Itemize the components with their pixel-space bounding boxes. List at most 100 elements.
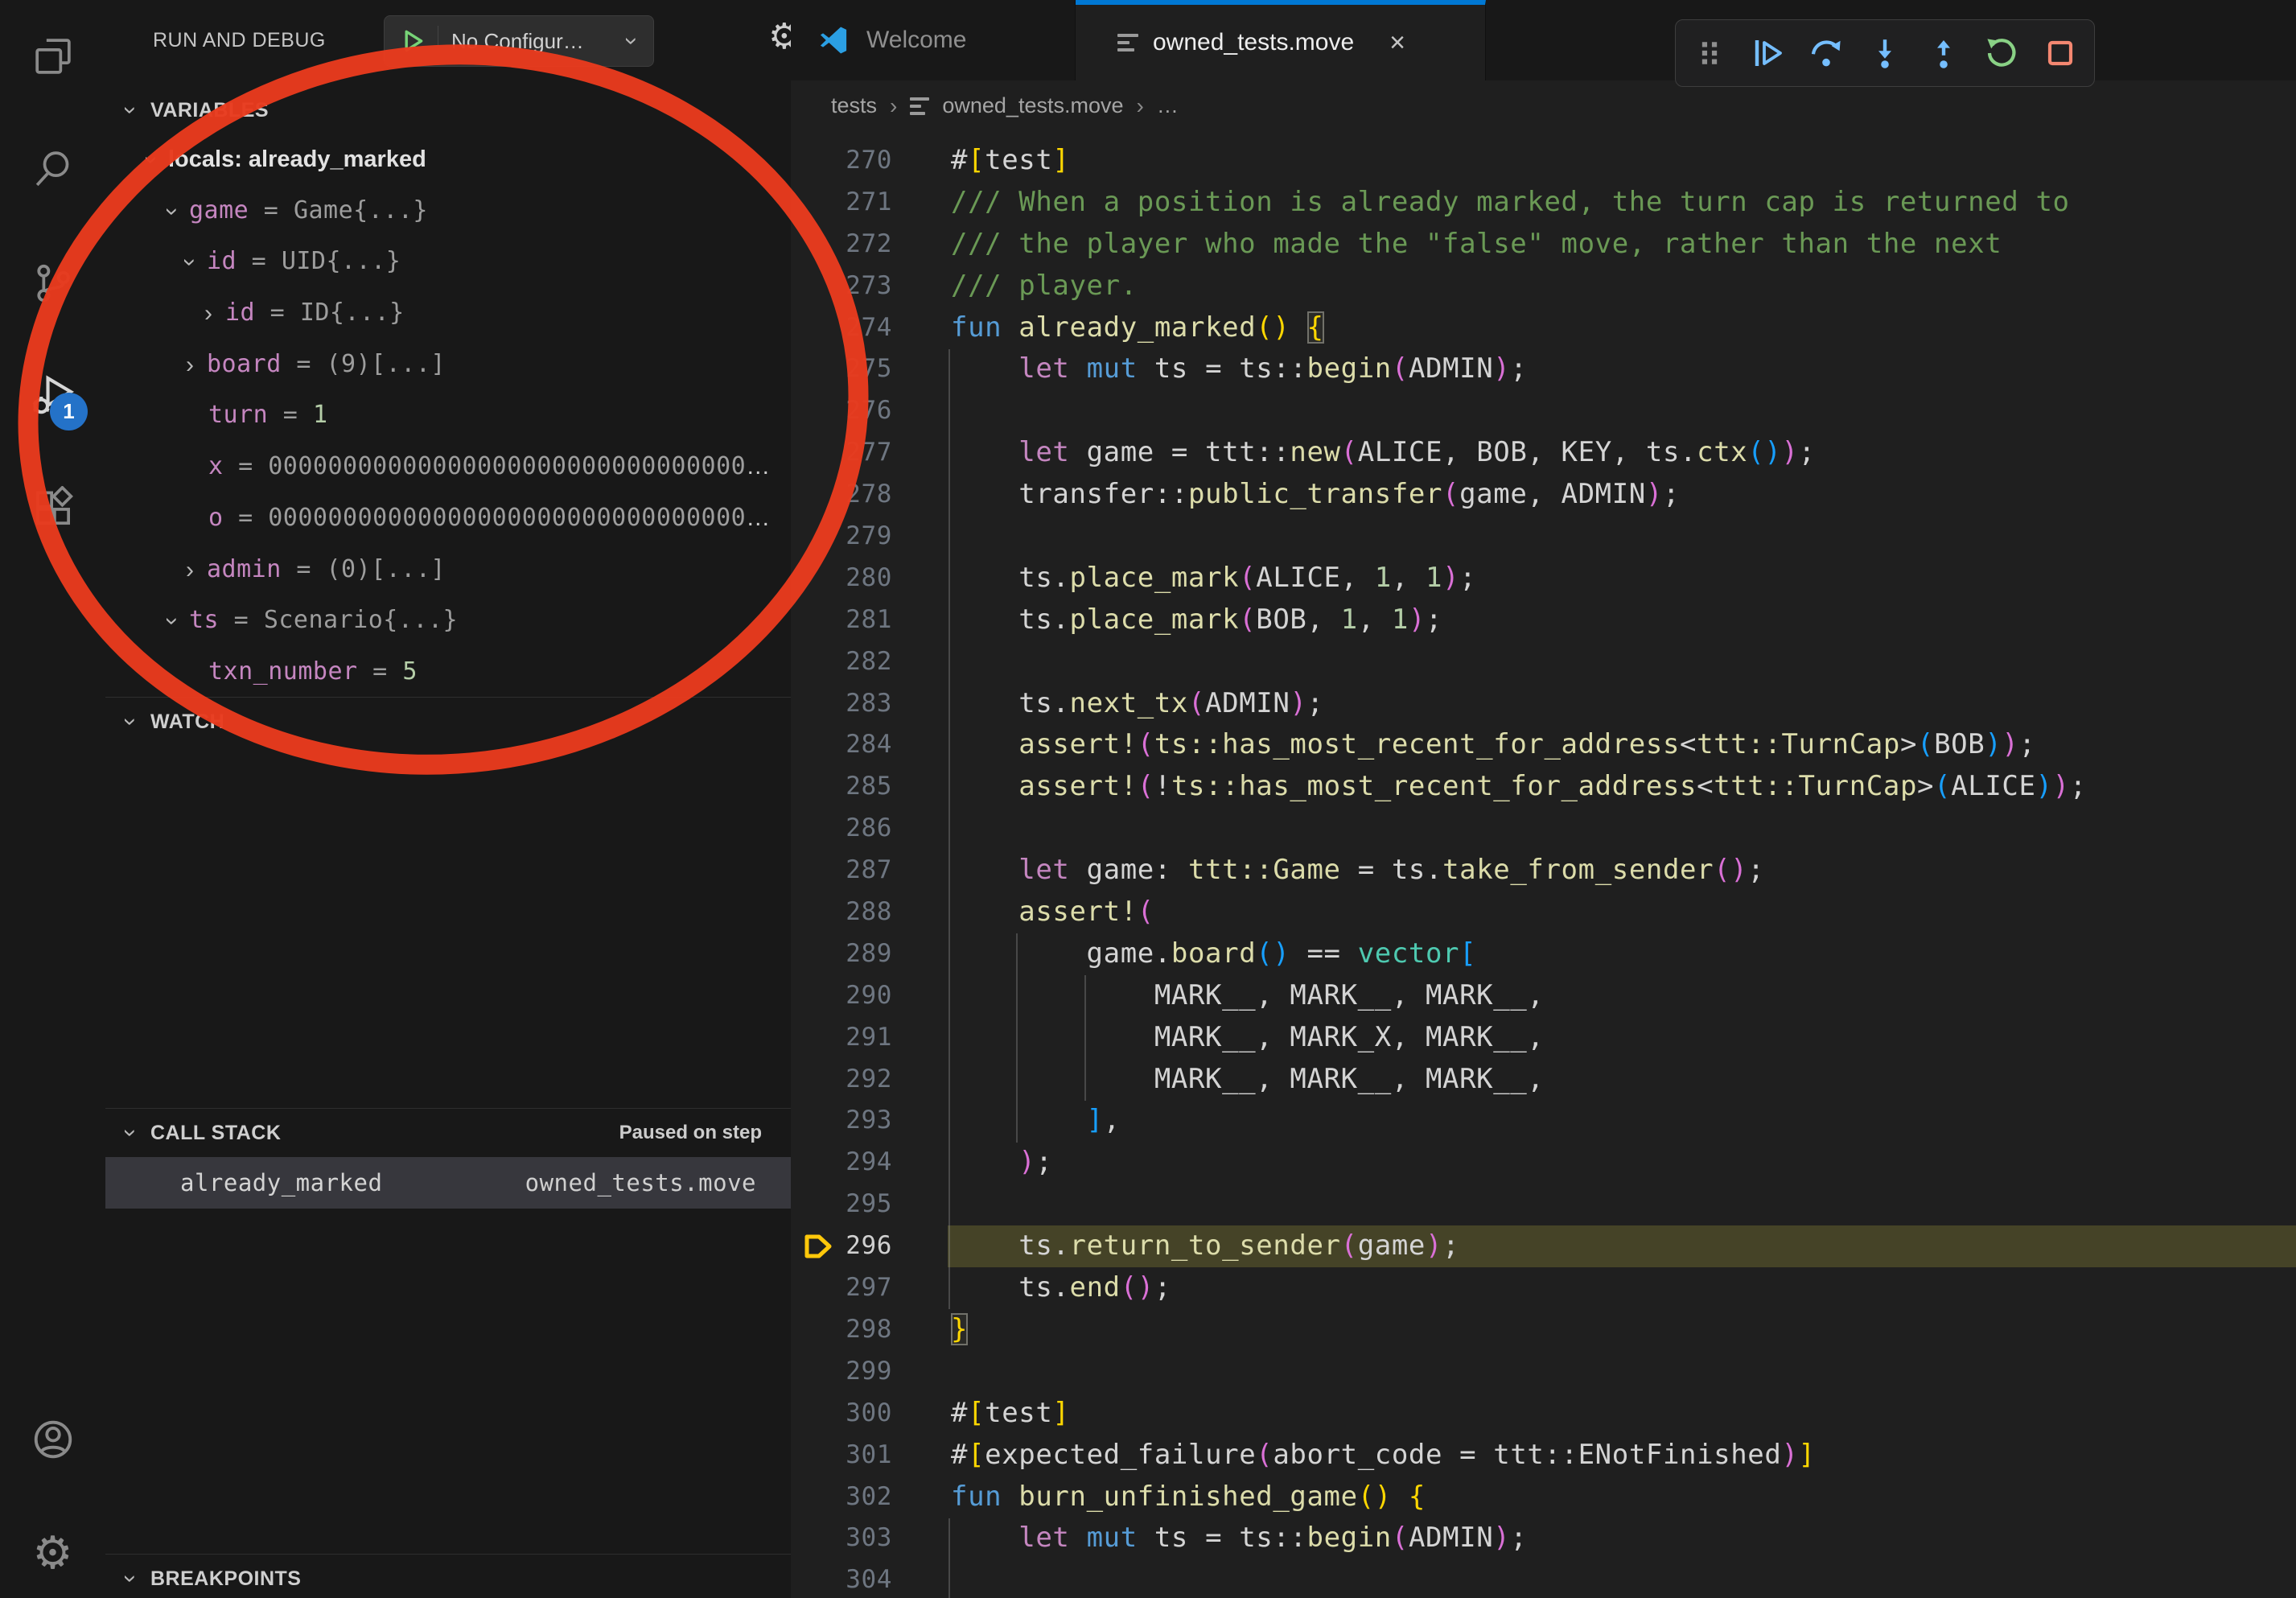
code-area[interactable]: 270#[test]271/// When a position is alre… [791, 131, 2296, 1598]
line-number[interactable]: 287 [791, 850, 892, 892]
code-line[interactable]: 302 fun burn_unfinished_game() { [791, 1477, 2296, 1518]
variable-row[interactable]: o = 000000000000000000000000000000000000… [105, 492, 791, 544]
code-text[interactable]: fun burn_unfinished_game() { [948, 1477, 2296, 1518]
code-line[interactable]: 279 [791, 516, 2296, 558]
sidebar-item-search[interactable] [0, 138, 105, 200]
code-line[interactable]: 294 ); [791, 1142, 2296, 1184]
code-text[interactable] [948, 641, 2296, 683]
start-debugging-icon[interactable] [399, 27, 426, 55]
code-text[interactable]: /// the player who made the "false" move… [948, 224, 2296, 266]
code-line[interactable]: 282 [791, 641, 2296, 683]
line-number[interactable]: 303 [791, 1518, 892, 1559]
line-number[interactable]: 289 [791, 933, 892, 975]
code-line[interactable]: 284 assert!(ts::has_most_recent_for_addr… [791, 724, 2296, 766]
line-number[interactable]: 277 [791, 432, 892, 474]
line-number[interactable]: 279 [791, 516, 892, 558]
code-text[interactable]: #[expected_failure(abort_code = ttt::ENo… [948, 1435, 2296, 1477]
sidebar-item-extensions[interactable] [0, 478, 105, 539]
variable-row[interactable]: game = Game{...} [105, 185, 791, 237]
line-number[interactable]: 297 [791, 1267, 892, 1309]
variable-row[interactable]: locals: already_marked [105, 134, 791, 185]
code-text[interactable]: let game: ttt::Game = ts.take_from_sende… [948, 850, 2296, 892]
line-number[interactable]: 283 [791, 683, 892, 725]
code-text[interactable] [948, 808, 2296, 850]
code-line[interactable]: 272 /// the player who made the "false" m… [791, 224, 2296, 266]
variable-row[interactable]: board = (9)[...] [105, 339, 791, 390]
breakpoints-section-header[interactable]: BREAKPOINTS [105, 1555, 791, 1598]
line-number[interactable]: 302 [791, 1477, 892, 1518]
code-line[interactable]: 274fun already_marked() { [791, 307, 2296, 349]
code-text[interactable]: ], [948, 1100, 2296, 1142]
variable-row[interactable]: turn = 1 [105, 389, 791, 441]
line-number[interactable]: 288 [791, 892, 892, 933]
code-line[interactable]: 277 let game = ttt::new(ALICE, BOB, KEY,… [791, 432, 2296, 474]
code-text[interactable]: ); [948, 1142, 2296, 1184]
line-number[interactable]: 294 [791, 1142, 892, 1184]
code-line[interactable]: 285 assert!(!ts::has_most_recent_for_add… [791, 766, 2296, 808]
chevron-down-icon[interactable] [179, 250, 200, 274]
breadcrumb-item-symbol[interactable]: … [1157, 93, 1179, 118]
tab-welcome[interactable]: Welcome [791, 0, 1076, 80]
code-line[interactable]: 273/// player. [791, 266, 2296, 307]
code-text[interactable]: let mut ts = ts::begin(ADMIN); [948, 1518, 2296, 1559]
sidebar-item-explorer[interactable] [0, 26, 105, 87]
settings-button[interactable]: ⚙ [0, 1523, 105, 1584]
code-text[interactable]: /// player. [948, 266, 2296, 307]
code-line[interactable]: 300#[test] [791, 1393, 2296, 1435]
line-number[interactable]: 284 [791, 724, 892, 766]
code-text[interactable]: let game = ttt::new(ALICE, BOB, KEY, ts.… [948, 432, 2296, 474]
variable-row[interactable]: admin = (0)[...] [105, 544, 791, 595]
line-number[interactable]: 298 [791, 1309, 892, 1351]
call-stack-frame[interactable]: already_marked owned_tests.move [105, 1157, 791, 1209]
code-line[interactable]: 298} [791, 1309, 2296, 1351]
code-line[interactable]: 270#[test] [791, 140, 2296, 182]
code-text[interactable]: MARK__, MARK__, MARK__, [948, 975, 2296, 1017]
code-text[interactable]: assert!( [948, 892, 2296, 933]
code-line[interactable]: 271/// When a position is already marked… [791, 182, 2296, 224]
line-number[interactable]: 300 [791, 1393, 892, 1435]
toolbar-drag-handle[interactable] [1685, 29, 1734, 77]
chevron-right-icon[interactable] [179, 558, 200, 583]
code-text[interactable] [948, 1559, 2296, 1598]
code-line[interactable]: 287 let game: ttt::Game = ts.take_from_s… [791, 850, 2296, 892]
line-number[interactable]: 285 [791, 766, 892, 808]
line-number[interactable]: 278 [791, 474, 892, 516]
code-text[interactable] [948, 1351, 2296, 1393]
code-text[interactable]: #[test] [948, 140, 2296, 182]
line-number[interactable]: 275 [791, 348, 892, 390]
code-line[interactable]: 295 [791, 1184, 2296, 1225]
variable-row[interactable]: id = UID{...} [105, 236, 791, 287]
line-number[interactable]: 282 [791, 641, 892, 683]
line-number[interactable]: 293 [791, 1100, 892, 1142]
code-text[interactable]: } [948, 1309, 2296, 1351]
code-line[interactable]: 301 #[expected_failure(abort_code = ttt::… [791, 1435, 2296, 1477]
variable-row[interactable]: ts = Scenario{...} [105, 595, 791, 646]
chevron-down-icon[interactable] [141, 148, 162, 172]
launch-configuration-dropdown[interactable]: No Configur… [384, 15, 654, 67]
step-over-button[interactable] [1802, 29, 1850, 77]
line-number[interactable]: 271 [791, 182, 892, 224]
code-text[interactable]: assert!(ts::has_most_recent_for_address<… [948, 724, 2296, 766]
code-line[interactable]: 286 [791, 808, 2296, 850]
chevron-down-icon[interactable] [162, 200, 183, 224]
line-number[interactable]: 301 [791, 1435, 892, 1477]
breadcrumb-item-file[interactable]: owned_tests.move [942, 93, 1123, 118]
code-line[interactable]: 283 ts.next_tx(ADMIN); [791, 683, 2296, 725]
code-text[interactable]: MARK__, MARK_X, MARK__, [948, 1017, 2296, 1059]
line-number[interactable]: 304 [791, 1559, 892, 1598]
code-text[interactable]: let mut ts = ts::begin(ADMIN); [948, 348, 2296, 390]
code-line[interactable]: 281 ts.place_mark(BOB, 1, 1); [791, 599, 2296, 641]
line-number[interactable]: 272 [791, 224, 892, 266]
line-number[interactable]: 280 [791, 558, 892, 599]
code-line[interactable]: 276 [791, 390, 2296, 432]
code-text[interactable]: ts.end(); [948, 1267, 2296, 1309]
code-text[interactable] [948, 516, 2296, 558]
chevron-down-icon[interactable] [162, 609, 183, 633]
code-text[interactable]: ts.place_mark(BOB, 1, 1); [948, 599, 2296, 641]
close-icon[interactable]: × [1389, 29, 1405, 56]
code-text[interactable] [948, 1184, 2296, 1225]
code-line[interactable]: 278 transfer::public_transfer(game, ADMI… [791, 474, 2296, 516]
code-text[interactable]: MARK__, MARK__, MARK__, [948, 1059, 2296, 1101]
step-into-button[interactable] [1861, 29, 1909, 77]
code-text[interactable]: transfer::public_transfer(game, ADMIN); [948, 474, 2296, 516]
